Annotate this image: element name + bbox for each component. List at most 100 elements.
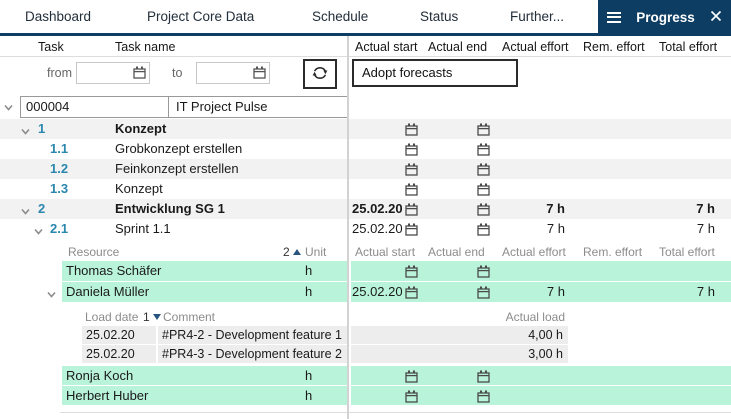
total-effort-value: 7 h <box>605 199 715 219</box>
column-header-actual-end[interactable]: Actual end <box>428 243 485 261</box>
column-header-load-date[interactable]: Load date <box>85 308 138 326</box>
load-comment-cell: #PR4-3 - Development feature 2 - <box>158 345 347 363</box>
project-name-field[interactable]: IT Project Pulse <box>170 97 347 117</box>
calendar-icon[interactable] <box>405 264 418 277</box>
tab-schedule[interactable]: Schedule <box>312 0 368 33</box>
refresh-icon <box>310 63 330 86</box>
calendar-icon[interactable] <box>477 264 490 277</box>
close-icon[interactable] <box>710 9 722 27</box>
task-name[interactable]: Feinkonzept erstellen <box>115 159 239 179</box>
calendar-icon[interactable] <box>477 162 490 175</box>
resource-row: Ronja Koch h <box>0 366 731 385</box>
to-date-input[interactable] <box>199 64 253 82</box>
bottom-divider <box>60 412 731 413</box>
sort-indicator[interactable]: 2 <box>283 243 301 261</box>
resource-name: Ronja Koch <box>66 366 133 385</box>
load-row: 25.02.20 #PR4-2 - Development feature 1 … <box>0 326 731 344</box>
resource-name: Herbert Huber <box>66 386 148 405</box>
actual-effort-value: 7 h <box>455 282 565 302</box>
actual-start-value: 25.02.20 <box>352 282 403 302</box>
calendar-icon[interactable] <box>253 66 266 79</box>
task-name[interactable]: Grobkonzept erstellen <box>115 139 242 159</box>
project-id-field[interactable]: 000004 <box>21 97 169 117</box>
menu-icon[interactable] <box>607 12 621 23</box>
tab-project-core-data[interactable]: Project Core Data <box>147 0 254 33</box>
tab-progress-label: Progress <box>636 1 695 34</box>
task-number[interactable]: 1.1 <box>50 139 68 159</box>
column-header-actual-start[interactable]: Actual start <box>355 40 418 54</box>
tab-further[interactable]: Further... <box>510 0 564 33</box>
column-header-actual-load[interactable]: Actual load <box>455 308 565 326</box>
load-date-cell: 25.02.20 <box>82 345 156 363</box>
calendar-icon[interactable] <box>477 182 490 195</box>
chevron-down-icon[interactable] <box>20 123 31 134</box>
column-header-total-effort[interactable]: Total effort <box>659 243 715 261</box>
chevron-down-icon[interactable] <box>3 100 14 111</box>
column-header-task-name[interactable]: Task name <box>115 40 175 54</box>
column-header-rem-effort[interactable]: Rem. effort <box>583 40 645 54</box>
from-date-input[interactable] <box>79 64 133 82</box>
task-name[interactable]: Sprint 1.1 <box>115 219 171 239</box>
resource-header-row: Resource 2 Unit Actual start Actual end … <box>0 241 731 259</box>
column-header-actual-end[interactable]: Actual end <box>428 40 487 54</box>
task-row: 1.2 Feinkonzept erstellen <box>0 159 731 179</box>
from-date-field <box>76 62 150 84</box>
column-header-total-effort[interactable]: Total effort <box>659 40 717 54</box>
filter-from-label: from <box>47 66 72 80</box>
task-name[interactable]: Entwicklung SG 1 <box>115 199 225 219</box>
task-name[interactable]: Konzept <box>115 119 166 139</box>
column-header-resource[interactable]: Resource <box>68 243 119 261</box>
task-number[interactable]: 2 <box>38 199 45 219</box>
column-header-actual-effort[interactable]: Actual effort <box>502 243 566 261</box>
resource-unit: h <box>305 386 312 405</box>
task-name[interactable]: Konzept <box>115 179 163 199</box>
calendar-icon[interactable] <box>405 162 418 175</box>
resource-unit: h <box>305 261 312 281</box>
tab-status[interactable]: Status <box>420 0 458 33</box>
calendar-icon[interactable] <box>405 285 418 298</box>
actual-load-cell: 4,00 h <box>351 326 568 344</box>
column-header-rem-effort[interactable]: Rem. effort <box>583 243 642 261</box>
task-number[interactable]: 1.3 <box>50 179 68 199</box>
tab-progress[interactable]: Progress <box>598 0 731 36</box>
actual-effort-value: 7 h <box>455 199 565 219</box>
actual-load-cell: 3,00 h <box>351 345 568 363</box>
calendar-icon[interactable] <box>405 389 418 402</box>
task-number[interactable]: 2.1 <box>50 219 68 239</box>
task-number[interactable]: 1.2 <box>50 159 68 179</box>
resource-name: Daniela Müller <box>66 282 149 302</box>
calendar-icon[interactable] <box>405 222 418 235</box>
resource-row: Daniela Müller h 25.02.20 7 h 7 h <box>0 282 731 302</box>
calendar-icon[interactable] <box>477 389 490 402</box>
task-row: 2.1 Sprint 1.1 25.02.20 7 h 7 h <box>0 219 731 239</box>
resource-row: Herbert Huber h <box>0 386 731 405</box>
calendar-icon[interactable] <box>133 66 146 79</box>
column-header-comment[interactable]: Comment <box>163 308 215 326</box>
chevron-down-icon[interactable] <box>33 223 44 234</box>
calendar-icon[interactable] <box>477 369 490 382</box>
calendar-icon[interactable] <box>405 182 418 195</box>
calendar-icon[interactable] <box>405 202 418 215</box>
chevron-down-icon[interactable] <box>20 203 31 214</box>
adopt-forecasts-button[interactable]: Adopt forecasts <box>352 59 518 87</box>
column-header-unit[interactable]: Unit <box>305 243 326 261</box>
total-effort-value: 7 h <box>605 219 715 239</box>
sort-indicator[interactable]: 1 <box>143 308 161 326</box>
column-header-task[interactable]: Task <box>38 40 64 54</box>
calendar-icon[interactable] <box>477 142 490 155</box>
chevron-down-icon[interactable] <box>46 286 57 297</box>
load-comment-cell: #PR4-2 - Development feature 1 - <box>158 326 347 344</box>
calendar-icon[interactable] <box>405 142 418 155</box>
calendar-icon[interactable] <box>477 122 490 135</box>
tab-dashboard[interactable]: Dashboard <box>25 0 91 33</box>
column-header-actual-start[interactable]: Actual start <box>355 243 415 261</box>
project-row: 000004 IT Project Pulse <box>20 96 348 118</box>
calendar-icon[interactable] <box>405 369 418 382</box>
pane-divider <box>347 36 349 419</box>
calendar-icon[interactable] <box>405 122 418 135</box>
header-divider <box>0 56 731 57</box>
refresh-button[interactable] <box>303 59 337 89</box>
task-number[interactable]: 1 <box>38 119 45 139</box>
column-header-actual-effort[interactable]: Actual effort <box>502 40 568 54</box>
task-row: 2 Entwicklung SG 1 25.02.20 7 h 7 h <box>0 199 731 219</box>
